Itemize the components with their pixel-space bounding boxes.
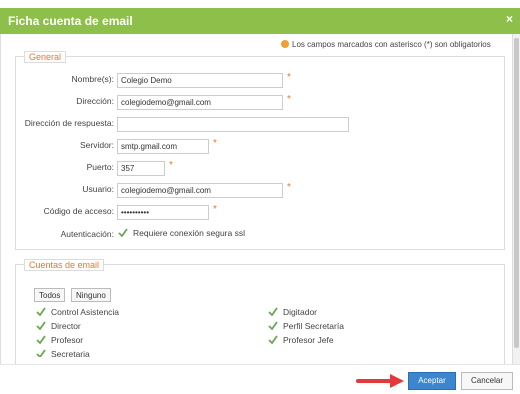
puerto-field[interactable]: 357 xyxy=(117,161,165,176)
cancel-button[interactable]: Cancelar xyxy=(461,372,513,390)
checkmark-icon xyxy=(36,321,46,331)
accept-button[interactable]: Aceptar xyxy=(408,372,456,390)
cuentas-legend: Cuentas de email xyxy=(24,259,105,271)
servidor-required: * xyxy=(213,138,217,149)
scrollbar-thumb[interactable] xyxy=(514,38,519,348)
todos-button[interactable]: Todos xyxy=(34,288,66,302)
cuenta-profesor-jefe[interactable]: Profesor Jefe xyxy=(268,335,334,345)
close-icon[interactable]: × xyxy=(506,12,513,26)
respuesta-label: Dirección de respuesta: xyxy=(24,118,114,128)
dialog-title: Ficha cuenta de email xyxy=(8,14,133,28)
autenticacion-label: Autenticación: xyxy=(60,229,114,239)
checkmark-icon xyxy=(268,335,278,345)
usuario-field[interactable]: colegiodemo@gmail.com xyxy=(117,183,283,198)
checkmark-icon xyxy=(118,228,128,238)
direccion-label: Dirección: xyxy=(76,96,114,106)
direccion-field[interactable]: colegiodemo@gmail.com xyxy=(117,95,283,110)
dialog-title-bar: Ficha cuenta de email × xyxy=(0,8,520,34)
cuenta-director[interactable]: Director xyxy=(36,321,81,331)
ssl-checkbox[interactable]: Requiere conexión segura ssl xyxy=(118,228,245,238)
nombre-label: Nombre(s): xyxy=(71,74,114,84)
ninguno-button[interactable]: Ninguno xyxy=(71,288,111,302)
nombre-field[interactable]: Colegio Demo xyxy=(117,73,283,88)
required-notice: Los campos marcados con asterisco (*) so… xyxy=(281,40,491,49)
cuenta-profesor[interactable]: Profesor xyxy=(36,335,83,345)
puerto-label: Puerto: xyxy=(86,162,114,172)
cuenta-perfil-secretaria[interactable]: Perfil Secretaría xyxy=(268,321,344,331)
direccion-required: * xyxy=(287,94,291,105)
checkmark-icon xyxy=(36,349,46,357)
puerto-required: * xyxy=(169,160,173,171)
codigo-field[interactable]: •••••••••• xyxy=(117,205,209,220)
pointer-arrow-icon xyxy=(356,374,404,388)
general-legend: General xyxy=(24,51,67,63)
checkmark-icon xyxy=(36,307,46,317)
cuenta-control-asistencia[interactable]: Control Asistencia xyxy=(36,307,119,317)
info-icon xyxy=(281,40,289,48)
usuario-label: Usuario: xyxy=(82,184,114,194)
nombre-required: * xyxy=(287,72,291,83)
cuenta-digitador[interactable]: Digitador xyxy=(268,307,317,317)
codigo-required: * xyxy=(213,204,217,215)
checkmark-icon xyxy=(268,307,278,317)
usuario-required: * xyxy=(287,182,291,193)
checkmark-icon xyxy=(36,335,46,345)
codigo-label: Código de acceso: xyxy=(43,206,114,216)
servidor-field[interactable]: smtp.gmail.com xyxy=(117,139,209,154)
dialog-scrollbar[interactable] xyxy=(512,34,520,364)
cuenta-secretaria[interactable]: Secretaria xyxy=(36,349,90,357)
servidor-label: Servidor: xyxy=(79,140,114,150)
dialog-body: Los campos marcados con asterisco (*) so… xyxy=(0,34,512,364)
checkmark-icon xyxy=(268,321,278,331)
respuesta-field[interactable] xyxy=(117,117,349,132)
